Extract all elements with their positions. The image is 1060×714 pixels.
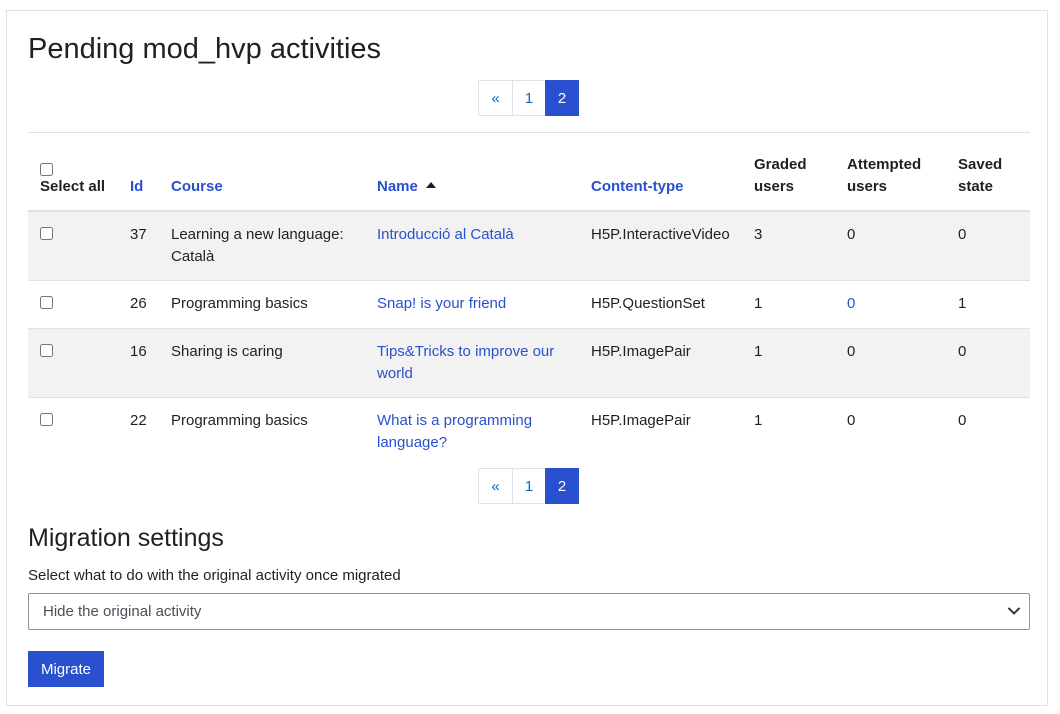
select-all-label: Select all: [40, 177, 106, 195]
row-checkbox-cell: [28, 397, 118, 466]
row-checkbox[interactable]: [40, 343, 53, 357]
pagination-page-1[interactable]: 1: [512, 468, 546, 504]
table-row: 37 Learning a new language: Català Intro…: [28, 210, 1030, 281]
cell-attempted-users: 0: [847, 342, 856, 360]
column-header-name-label[interactable]: Name: [377, 178, 418, 195]
migration-option-selected: Hide the original activity: [43, 603, 202, 620]
row-checkbox[interactable]: [40, 412, 53, 426]
row-checkbox[interactable]: [40, 295, 53, 309]
cell-name-link[interactable]: Snap! is your friend: [365, 280, 579, 328]
cell-course: Sharing is caring: [171, 342, 283, 360]
cell-id: 26: [130, 294, 147, 312]
select-all-checkbox[interactable]: [40, 162, 53, 176]
cell-attempted-users: 0: [847, 294, 856, 312]
migration-option-select[interactable]: Hide the original activity: [28, 593, 1030, 630]
cell-content-type: H5P.ImagePair: [591, 411, 691, 429]
cell-attempted-users: 0: [847, 225, 856, 243]
table-row: 16 Sharing is caring Tips&Tricks to impr…: [28, 328, 1030, 397]
row-checkbox[interactable]: [40, 226, 53, 240]
migration-option-label: Select what to do with the original acti…: [28, 567, 401, 584]
pagination-page-1[interactable]: 1: [512, 80, 546, 116]
column-header-course[interactable]: Course: [159, 133, 365, 211]
migration-settings-heading: Migration settings: [28, 524, 224, 552]
cell-name-link[interactable]: Introducció al Català: [365, 211, 579, 281]
cell-id: 16: [130, 342, 147, 360]
row-checkbox-cell: [28, 211, 118, 281]
cell-saved-state: 0: [958, 411, 967, 429]
migrate-button[interactable]: Migrate: [28, 651, 104, 687]
pagination-prev-button[interactable]: «: [478, 468, 513, 504]
cell-content-type: H5P.ImagePair: [591, 342, 691, 360]
cell-graded-users: 1: [754, 411, 763, 429]
column-header-content-type[interactable]: Content-type: [579, 133, 742, 211]
cell-name-link[interactable]: Tips&Tricks to improve our world: [365, 328, 579, 397]
main-card: Pending mod_hvp activities « 1 2 Select …: [6, 10, 1048, 706]
pagination-bottom: « 1 2: [478, 468, 579, 504]
table-row: 22 Programming basics What is a programm…: [28, 397, 1030, 466]
cell-saved-state: 1: [958, 294, 967, 312]
cell-id: 37: [130, 225, 147, 243]
cell-course: Programming basics: [171, 411, 308, 429]
pagination-page-2-active[interactable]: 2: [545, 468, 579, 504]
cell-course: Learning a new language: Català: [171, 225, 344, 265]
page-title: Pending mod_hvp activities: [28, 33, 382, 65]
cell-saved-state: 0: [958, 342, 967, 360]
table-header-row: Select all Id Course Name Content-type G…: [28, 132, 1030, 211]
cell-attempted-users: 0: [847, 411, 856, 429]
cell-saved-state: 0: [958, 225, 967, 243]
chevron-down-icon: [1008, 607, 1020, 615]
cell-id: 22: [130, 411, 147, 429]
cell-graded-users: 1: [754, 294, 763, 312]
sort-ascending-icon: [425, 181, 436, 188]
table-row: 26 Programming basics Snap! is your frie…: [28, 280, 1030, 328]
cell-name-link[interactable]: What is a programming language?: [365, 397, 579, 466]
cell-content-type: H5P.QuestionSet: [591, 294, 705, 312]
cell-course: Programming basics: [171, 294, 308, 312]
activities-table: Select all Id Course Name Content-type G…: [28, 132, 1030, 466]
pagination-prev-button[interactable]: «: [478, 80, 513, 116]
cell-graded-users: 1: [754, 342, 763, 360]
row-checkbox-cell: [28, 280, 118, 328]
pagination-top: « 1 2: [478, 80, 579, 116]
column-header-attempted-users: Attempted users: [847, 155, 922, 195]
column-header-saved-state: Saved state: [958, 155, 1003, 195]
column-header-graded-users: Graded users: [754, 155, 807, 195]
select-all-cell: Select all: [28, 133, 118, 211]
column-header-name[interactable]: Name: [365, 133, 579, 211]
cell-content-type: H5P.InteractiveVideo: [591, 225, 730, 243]
row-checkbox-cell: [28, 328, 118, 397]
column-header-id[interactable]: Id: [118, 133, 159, 211]
cell-graded-users: 3: [754, 225, 763, 243]
pagination-page-2-active[interactable]: 2: [545, 80, 579, 116]
